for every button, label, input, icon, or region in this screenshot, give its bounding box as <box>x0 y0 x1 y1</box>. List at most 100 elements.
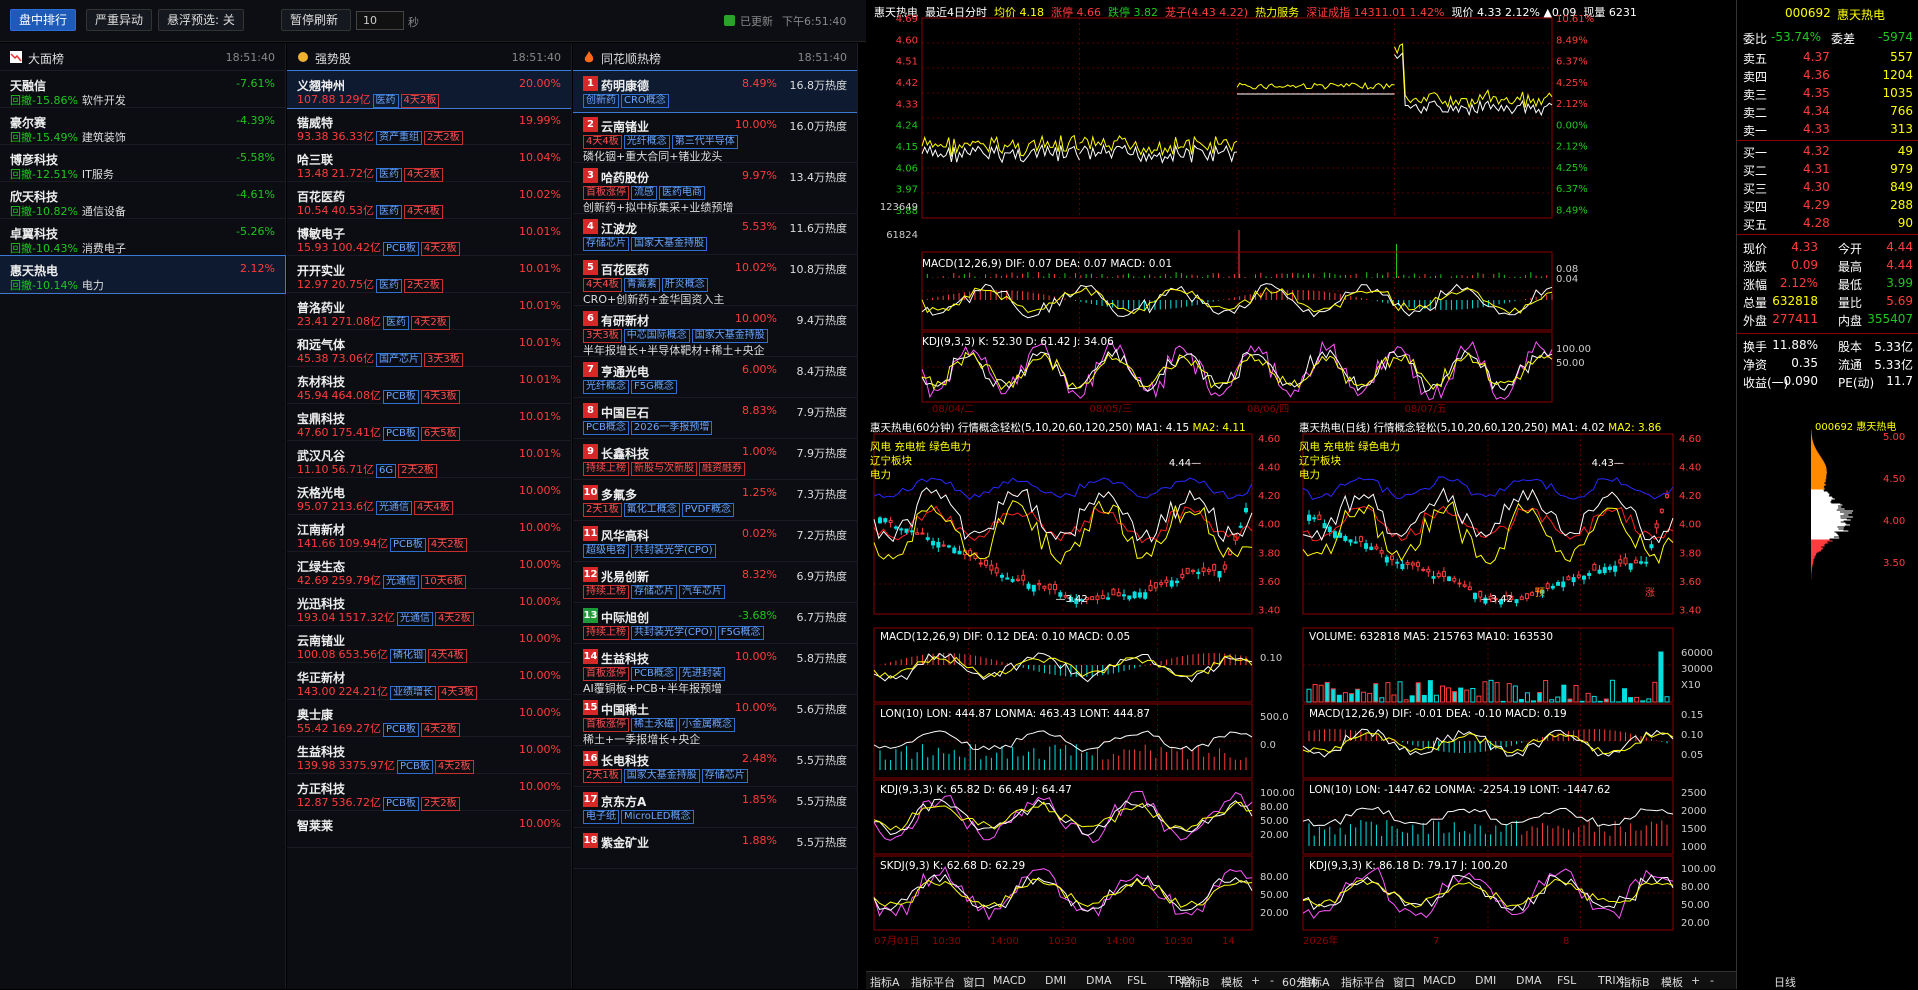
concept-tag[interactable]: 小金属概念 <box>679 718 735 732</box>
concept-tag[interactable]: 流感 <box>631 186 657 200</box>
concept-tag[interactable]: PCB板 <box>383 427 419 441</box>
concept-tag[interactable]: F5G概念 <box>718 626 764 640</box>
list-item[interactable]: 1药明康德8.49%16.8万热度创新药CRO概念 <box>573 71 857 112</box>
concept-tag[interactable]: PVDF概念 <box>682 503 734 517</box>
bottom-tab[interactable]: - <box>1270 974 1274 987</box>
concept-tag[interactable]: 医药 <box>376 168 402 182</box>
concept-tag[interactable]: 稀土永磁 <box>631 718 677 732</box>
updated-checkbox[interactable] <box>724 15 735 26</box>
pause-refresh-button[interactable]: 暂停刷新 <box>281 9 351 31</box>
concept-tag[interactable]: 创新药 <box>583 94 619 108</box>
bottom-tab[interactable]: + <box>1251 974 1260 987</box>
list-item[interactable]: 奥士康10.00%55.42169.27亿PCB板4天2板 <box>287 700 571 737</box>
refresh-interval-input[interactable]: 10 <box>356 11 404 30</box>
list-item[interactable]: 华正新材10.00%143.00224.21亿业绩增长4天3板 <box>287 663 571 700</box>
kline-60min-chart[interactable]: 4.604.404.204.003.803.603.40—3.424.44—0.… <box>866 416 1294 971</box>
concept-tag[interactable]: 6G <box>376 464 396 478</box>
concept-tag[interactable]: 超级电容 <box>583 544 629 558</box>
concept-tag[interactable]: 医药电商 <box>659 186 705 200</box>
intraday-chart[interactable]: 惠天热电 最近4日分时 均价 4.18 涨停 4.66 跌停 3.82 茏子(4… <box>866 0 1736 415</box>
list-item[interactable]: 生益科技10.00%139.983375.97亿PCB板4天2板 <box>287 737 571 774</box>
concept-tag[interactable]: 医药 <box>383 316 409 330</box>
list-item[interactable]: 哈三联10.04%13.4821.72亿医药4天2板 <box>287 145 571 182</box>
concept-tag[interactable]: 青蒿素 <box>624 278 660 292</box>
list-item[interactable]: 博彦科技-5.58%回撤-12.51%IT服务 <box>0 145 285 182</box>
list-item[interactable]: 开开实业10.01%12.9720.75亿医药2天2板 <box>287 256 571 293</box>
float-preselect-toggle[interactable]: 悬浮预选: 关 <box>158 9 244 31</box>
tab-intraday-ranking[interactable]: 盘中排行 <box>10 9 76 31</box>
concept-tag[interactable]: 存储芯片 <box>702 769 748 783</box>
concept-tag[interactable]: 光通信 <box>376 501 412 515</box>
concept-tag[interactable]: 电子纸 <box>583 810 619 824</box>
concept-tag[interactable]: 中芯国际概念 <box>624 329 690 343</box>
concept-tag[interactable]: PCB板 <box>383 390 419 404</box>
bottom-tab[interactable]: DMI <box>1475 974 1496 987</box>
bottom-tab[interactable]: 指标B <box>1180 974 1210 990</box>
concept-tag[interactable]: 光通信 <box>383 575 419 589</box>
concept-tag[interactable]: 汽车芯片 <box>679 585 725 599</box>
concept-tag[interactable]: PCB概念 <box>631 667 677 681</box>
concept-tag[interactable]: 第三代半导体 <box>672 135 738 149</box>
concept-tag[interactable]: PCB概念 <box>583 421 629 435</box>
concept-tag[interactable]: 业绩增长 <box>390 686 436 700</box>
bottom-tab[interactable]: 模板 <box>1221 974 1243 990</box>
list-item[interactable]: 欣天科技-4.61%回撤-10.82%通信设备 <box>0 182 285 219</box>
list-item[interactable]: 博敏电子10.01%15.93100.42亿PCB板4天2板 <box>287 219 571 256</box>
list-item[interactable]: 江南新材10.00%141.66109.94亿PCB板4天2板 <box>287 515 571 552</box>
concept-tag[interactable]: 医药 <box>376 205 402 219</box>
concept-tag[interactable]: CRO概念 <box>621 94 669 108</box>
concept-tag[interactable]: PCB板 <box>383 723 419 737</box>
list-item[interactable]: 天融信-7.61%回撤-15.86%软件开发 <box>0 71 285 108</box>
bottom-tab[interactable]: DMA <box>1516 974 1542 987</box>
list-item[interactable]: 13中际旭创-3.68%6.7万热度持续上榜共封装光学(CPO)F5G概念 <box>573 603 857 644</box>
bottom-tab[interactable]: 指标B <box>1620 974 1650 990</box>
concept-tag[interactable]: F5G概念 <box>631 380 677 394</box>
bottom-tab[interactable]: FSL <box>1127 974 1146 987</box>
kline-daily-chart[interactable]: 4.604.404.204.003.803.603.40—3.424.43—预涨… <box>1295 416 1736 971</box>
list-item[interactable]: 和远气体10.01%45.3873.06亿国产芯片3天3板 <box>287 330 571 367</box>
list-item[interactable]: 12兆易创新8.32%6.9万热度持续上榜存储芯片汽车芯片 <box>573 562 857 603</box>
concept-tag[interactable]: 光通信 <box>397 612 433 626</box>
concept-tag[interactable]: 共封装光学(CPO) <box>631 544 716 558</box>
list-item[interactable]: 武汉凡谷10.01%11.1056.71亿6G2天2板 <box>287 441 571 478</box>
list-item[interactable]: 11风华高科0.02%7.2万热度超级电容共封装光学(CPO) <box>573 521 857 562</box>
bottom-tab[interactable]: DMA <box>1086 974 1112 987</box>
concept-tag[interactable]: 肝炎概念 <box>662 278 708 292</box>
list-item[interactable]: 方正科技10.00%12.87536.72亿PCB板2天2板 <box>287 774 571 811</box>
k60-indicator[interactable]: 行情概念轻松(5,10,20,60,120,250) <box>958 422 1133 434</box>
concept-tag[interactable]: PCB板 <box>390 538 426 552</box>
list-item[interactable]: 7亨通光电6.00%8.4万热度光纤概念F5G概念 <box>573 357 857 398</box>
concept-tag[interactable]: PCB板 <box>383 242 419 256</box>
list-item[interactable]: 普洛药业10.01%23.41271.08亿医药4天2板 <box>287 293 571 330</box>
bottom-tab[interactable]: DMI <box>1045 974 1066 987</box>
period-label[interactable]: 60分钟 <box>1282 974 1318 990</box>
list-item[interactable]: 8中国巨石8.83%7.9万热度PCB概念2026一季报预增 <box>573 398 857 439</box>
list-item[interactable]: 百花医药10.02%10.5440.53亿医药4天4板 <box>287 182 571 219</box>
list-item[interactable]: 义翘神州20.00%107.88129亿医药4天2板 <box>287 71 571 108</box>
concept-tag[interactable]: MicroLED概念 <box>621 810 694 824</box>
list-item[interactable]: 17京东方A1.85%5.5万热度电子纸MicroLED概念 <box>573 787 857 828</box>
list-item[interactable]: 5百花医药10.02%10.8万热度4天4板青蒿素肝炎概念CRO+创新药+金华国… <box>573 255 857 306</box>
concept-tag[interactable]: 磷化铟 <box>390 649 426 663</box>
list-item[interactable]: 汇绿生态10.00%42.69259.79亿光通信10天6板 <box>287 552 571 589</box>
list-item[interactable]: 豪尔赛-4.39%回撤-15.49%建筑装饰 <box>0 108 285 145</box>
list-item[interactable]: 6有研新材10.00%9.4万热度3天3板中芯国际概念国家大基金持股半年报增长+… <box>573 306 857 357</box>
bottom-tab[interactable]: - <box>1710 974 1714 987</box>
list-item[interactable]: 16长电科技2.48%5.5万热度2天1板国家大基金持股存储芯片 <box>573 746 857 787</box>
bottom-tab[interactable]: + <box>1691 974 1700 987</box>
concept-tag[interactable]: 光纤概念 <box>624 135 670 149</box>
concept-tag[interactable]: 2026一季报预增 <box>631 421 712 435</box>
list-item[interactable]: 3哈药股份9.97%13.4万热度首板涨停流感医药电商创新药+拟中标集采+业绩预… <box>573 163 857 214</box>
bottom-tab[interactable]: FSL <box>1557 974 1576 987</box>
kday-indicator[interactable]: 行情概念轻松(5,10,20,60,120,250) <box>1374 422 1549 434</box>
concept-tag[interactable]: 氟化工概念 <box>624 503 680 517</box>
list-item[interactable]: 2云南锗业10.00%16.0万热度4天4板光纤概念第三代半导体磷化铟+重大合同… <box>573 112 857 163</box>
concept-tag[interactable]: 医药 <box>376 279 402 293</box>
concept-tag[interactable]: 国家大基金持股 <box>692 329 768 343</box>
list-item[interactable]: 云南锗业10.00%100.08653.56亿磷化铟4天4板 <box>287 626 571 663</box>
list-item[interactable]: 15中国稀土10.00%5.6万热度首板涨停稀土永磁小金属概念稀土+一季报增长+… <box>573 695 857 746</box>
concept-tag[interactable]: 存储芯片 <box>631 585 677 599</box>
list-item[interactable]: 18紫金矿业1.88%5.5万热度 <box>573 828 857 869</box>
bottom-tab[interactable]: MACD <box>993 974 1026 987</box>
list-item[interactable]: 4江波龙5.53%11.6万热度存储芯片国家大基金持股 <box>573 214 857 255</box>
